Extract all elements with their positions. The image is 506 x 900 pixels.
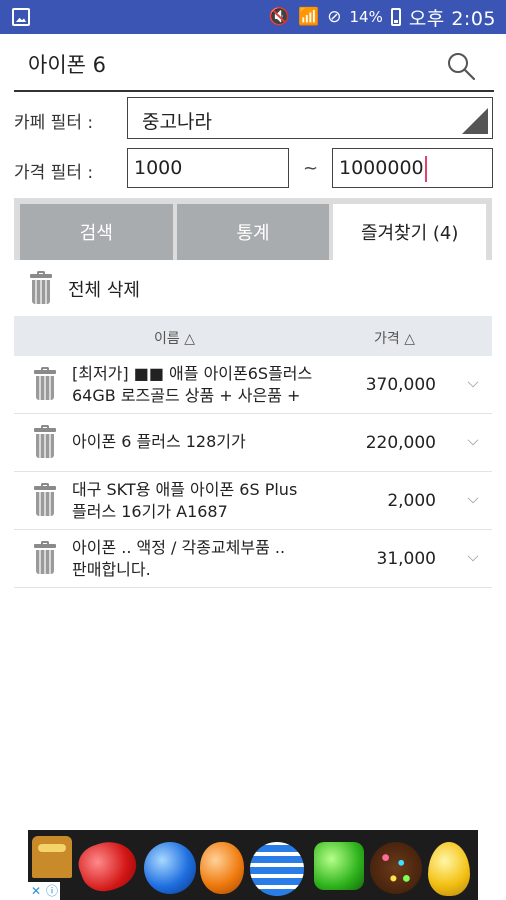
wifi-icon: 📶 [298, 6, 320, 27]
tab-bar: 검색 통계 즐겨찾기 (4) [14, 198, 492, 260]
blocked-icon: ⊘ [327, 6, 342, 27]
chevron-down-icon[interactable] [467, 376, 479, 388]
status-bar: 🔇 📶 ⊘ 14% 오후 2:05 [0, 0, 506, 34]
table-row[interactable]: [최저가] ■■ 애플 아이폰6S플러스 64GB 로즈골드 상품 + 사은품 … [14, 356, 492, 414]
item-title-line1: 대구 SKT용 애플 아이폰 6S Plus [72, 480, 298, 499]
table-row[interactable]: 아이폰 .. 액정 / 각종교체부품 .. 판매합니다. 31,000 [14, 530, 492, 588]
price-max-input[interactable] [332, 148, 493, 188]
item-title-line1: [최저가] ■■ 애플 아이폰6S플러스 [72, 364, 313, 383]
clock: 오후 2:05 [408, 7, 496, 30]
search-bar [14, 40, 494, 92]
chevron-down-icon[interactable] [467, 434, 479, 446]
search-input[interactable] [14, 40, 434, 88]
cafe-filter-label: 카페 필터 : [14, 113, 94, 133]
trash-icon [30, 271, 52, 305]
trash-icon[interactable] [34, 425, 56, 459]
table-header: 이름 △ 가격 △ [14, 316, 492, 356]
cafe-filter-dropdown[interactable]: 중고나라 [127, 97, 493, 139]
orange-candy-icon [200, 842, 244, 894]
ad-info-icon[interactable]: ⓘ [44, 882, 60, 900]
item-title-line2: 64GB 로즈골드 상품 + 사은품 + [72, 386, 301, 405]
tab-favorites[interactable]: 즐겨찾기 (4) [333, 204, 487, 260]
price-range-separator: ~ [303, 158, 319, 179]
mute-icon: 🔇 [268, 6, 291, 27]
item-title: [최저가] ■■ 애플 아이폰6S플러스 64GB 로즈골드 상품 + 사은품 … [72, 363, 362, 407]
color-bomb-candy-icon [370, 842, 422, 894]
chevron-down-icon[interactable] [467, 492, 479, 504]
search-icon[interactable] [446, 51, 476, 81]
item-price: 220,000 [365, 433, 436, 453]
item-title: 아이폰 6 플러스 128기가 [72, 431, 362, 453]
red-candy-icon [73, 833, 143, 899]
sort-by-price-header[interactable]: 가격 △ [374, 328, 415, 348]
favorites-list: [최저가] ■■ 애플 아이폰6S플러스 64GB 로즈골드 상품 + 사은품 … [14, 356, 492, 588]
trash-icon[interactable] [34, 483, 56, 517]
delete-all-button[interactable]: 전체 삭제 [30, 271, 140, 306]
trash-icon[interactable] [34, 541, 56, 575]
striped-candy-icon [250, 842, 304, 896]
item-price: 31,000 [376, 549, 436, 569]
game-logo-icon [32, 836, 72, 878]
delete-all-label: 전체 삭제 [68, 280, 140, 301]
trash-icon[interactable] [34, 367, 56, 401]
text-cursor [425, 156, 427, 182]
item-price: 370,000 [365, 375, 436, 395]
tab-search[interactable]: 검색 [20, 204, 173, 260]
item-price: 2,000 [387, 491, 436, 511]
ad-controls: ✕ ⓘ [28, 882, 60, 900]
cafe-filter-value: 중고나라 [142, 111, 212, 133]
item-title-line2: 플러스 16기가 A1687 [72, 502, 228, 521]
item-title: 대구 SKT용 애플 아이폰 6S Plus 플러스 16기가 A1687 [72, 479, 362, 523]
green-candy-icon [314, 842, 364, 890]
gallery-notification-icon [12, 8, 30, 26]
status-icons: 🔇 📶 ⊘ 14% 오후 2:05 [269, 0, 496, 34]
price-min-input[interactable] [127, 148, 289, 188]
ad-close-icon[interactable]: ✕ [28, 882, 44, 900]
item-title-line1: 아이폰 .. 액정 / 각종교체부품 .. [72, 538, 286, 557]
dropdown-arrow-icon [462, 108, 488, 134]
battery-percent: 14% [349, 8, 383, 26]
table-row[interactable]: 아이폰 6 플러스 128기가 220,000 [14, 414, 492, 472]
item-title-line1: 아이폰 6 플러스 128기가 [72, 432, 246, 451]
tab-statistics[interactable]: 통계 [176, 204, 330, 260]
yellow-candy-icon [428, 842, 470, 896]
item-title: 아이폰 .. 액정 / 각종교체부품 .. 판매합니다. [72, 537, 362, 581]
item-title-line2: 판매합니다. [72, 560, 151, 579]
battery-icon [390, 8, 401, 26]
table-row[interactable]: 대구 SKT용 애플 아이폰 6S Plus 플러스 16기가 A1687 2,… [14, 472, 492, 530]
sort-by-name-header[interactable]: 이름 △ [154, 328, 195, 348]
ad-banner[interactable]: ✕ ⓘ [28, 830, 478, 900]
blue-candy-icon [144, 842, 196, 894]
price-filter-label: 가격 필터 : [14, 163, 94, 183]
chevron-down-icon[interactable] [467, 550, 479, 562]
